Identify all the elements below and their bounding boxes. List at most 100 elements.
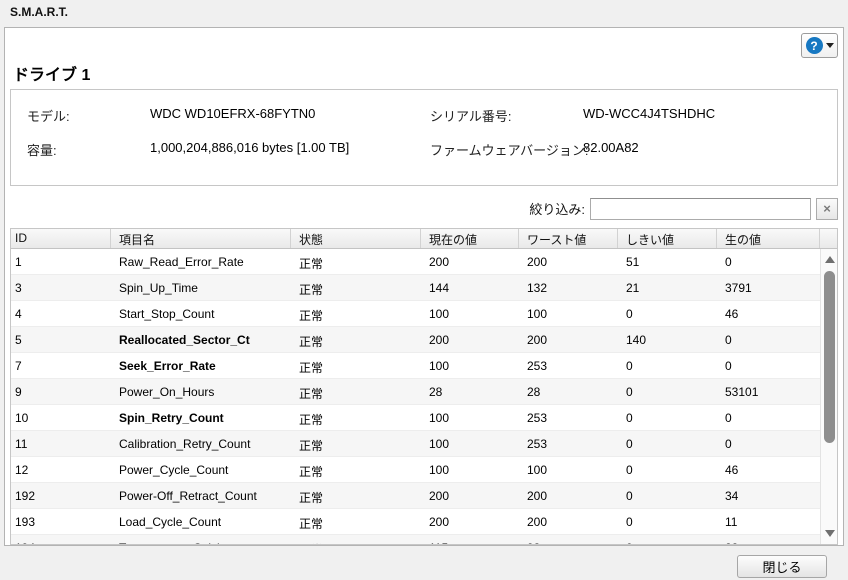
cell-current: 200 — [429, 255, 450, 269]
cell-id: 194 — [11, 535, 111, 544]
column-header-status[interactable]: 状態 — [291, 229, 421, 248]
cell-id: 5 — [15, 333, 22, 347]
table-row[interactable]: 10 Spin_Retry_Count 正常 100 253 0 0 — [11, 405, 820, 431]
cell-status: 正常 — [299, 517, 324, 531]
cell-threshold: 51 — [626, 255, 640, 269]
cell-name: Calibration_Retry_Count — [119, 437, 251, 451]
cell-worst: 132 — [527, 281, 548, 295]
cell-id: 193 — [15, 515, 36, 529]
table-row[interactable]: 9 Power_On_Hours 正常 28 28 0 53101 — [11, 379, 820, 405]
table-row[interactable]: 12 Power_Cycle_Count 正常 100 100 0 46 — [11, 457, 820, 483]
firmware-value: 82.00A82 — [583, 140, 639, 155]
column-header-id[interactable]: ID — [11, 229, 111, 248]
cell-status: 正常 — [299, 439, 324, 453]
filter-bar: 絞り込み: × — [529, 197, 838, 220]
close-button[interactable]: 閉じる — [737, 555, 827, 578]
table-row[interactable]: 194 Temperature_Celsius 正常 115 93 0 28 — [11, 535, 820, 544]
cell-status: 正常 — [299, 309, 324, 323]
cell-current: 200 — [429, 333, 450, 347]
table-row[interactable]: 1 Raw_Read_Error_Rate 正常 200 200 51 0 — [11, 249, 820, 275]
column-header-name[interactable]: 項目名 — [111, 229, 291, 248]
cell-raw: 28 — [717, 535, 820, 544]
cell-current: 28 — [429, 385, 443, 399]
table-row[interactable]: 7 Seek_Error_Rate 正常 100 253 0 0 — [11, 353, 820, 379]
smart-table-header: ID 項目名 状態 現在の値 ワースト値 しきい値 生の値 — [11, 229, 837, 249]
cell-name: Power-Off_Retract_Count — [119, 489, 257, 503]
cell-current: 100 — [429, 463, 450, 477]
scrollbar-thumb[interactable] — [824, 271, 835, 443]
cell-threshold: 0 — [618, 535, 717, 544]
cell-current: 100 — [429, 307, 450, 321]
cell-id: 4 — [15, 307, 22, 321]
cell-worst: 200 — [527, 489, 548, 503]
cell-current: 100 — [429, 411, 450, 425]
cell-raw: 46 — [725, 463, 739, 477]
cell-worst: 200 — [527, 255, 548, 269]
column-header-raw[interactable]: 生の値 — [717, 229, 820, 248]
cell-name: Temperature_Celsius — [111, 535, 291, 544]
cell-status: 正常 — [299, 491, 324, 505]
cell-name: Power_Cycle_Count — [119, 463, 229, 477]
cell-status: 正常 — [299, 361, 324, 375]
cell-name: Load_Cycle_Count — [119, 515, 222, 529]
table-row[interactable]: 11 Calibration_Retry_Count 正常 100 253 0 … — [11, 431, 820, 457]
cell-threshold: 0 — [626, 437, 633, 451]
cell-raw: 0 — [725, 411, 732, 425]
table-row[interactable]: 4 Start_Stop_Count 正常 100 100 0 46 — [11, 301, 820, 327]
cell-worst: 93 — [519, 535, 618, 544]
column-header-worst[interactable]: ワースト値 — [519, 229, 618, 248]
cell-threshold: 0 — [626, 489, 633, 503]
table-row[interactable]: 5 Reallocated_Sector_Ct 正常 200 200 140 0 — [11, 327, 820, 353]
cell-current: 115 — [421, 535, 519, 544]
column-header-current[interactable]: 現在の値 — [421, 229, 519, 248]
cell-name: Raw_Read_Error_Rate — [119, 255, 244, 269]
cell-threshold: 0 — [626, 385, 633, 399]
cell-current: 200 — [429, 515, 450, 529]
cell-raw: 0 — [725, 255, 732, 269]
cell-worst: 100 — [527, 463, 548, 477]
column-header-threshold[interactable]: しきい値 — [618, 229, 717, 248]
model-label: モデル: — [27, 109, 70, 124]
cell-current: 144 — [429, 281, 450, 295]
table-row[interactable]: 192 Power-Off_Retract_Count 正常 200 200 0… — [11, 483, 820, 509]
filter-input[interactable] — [590, 197, 811, 220]
cell-worst: 200 — [527, 333, 548, 347]
scrollbar[interactable] — [820, 249, 837, 544]
cell-id: 1 — [15, 255, 22, 269]
cell-name: Start_Stop_Count — [119, 307, 215, 321]
cell-name: Reallocated_Sector_Ct — [119, 333, 250, 347]
cell-id: 192 — [15, 489, 36, 503]
cell-raw: 0 — [725, 437, 732, 451]
cell-id: 12 — [15, 463, 29, 477]
cell-raw: 11 — [725, 515, 738, 529]
cell-raw: 0 — [725, 333, 732, 347]
table-row[interactable]: 3 Spin_Up_Time 正常 144 132 21 3791 — [11, 275, 820, 301]
cell-id: 7 — [15, 359, 22, 373]
cell-worst: 28 — [527, 385, 541, 399]
cell-threshold: 0 — [626, 307, 633, 321]
filter-clear-button[interactable]: × — [816, 197, 838, 220]
cell-current: 200 — [429, 489, 450, 503]
cell-status: 正常 — [299, 283, 324, 297]
cell-status: 正常 — [291, 535, 421, 544]
cell-current: 100 — [429, 359, 450, 373]
cell-worst: 253 — [527, 359, 548, 373]
cell-raw: 46 — [725, 307, 739, 321]
cell-id: 10 — [15, 411, 29, 425]
capacity-value: 1,000,204,886,016 bytes [1.00 TB] — [150, 140, 350, 155]
cell-threshold: 0 — [626, 515, 633, 529]
scroll-down-button[interactable] — [825, 530, 835, 537]
drive-heading: ドライブ 1 — [13, 67, 91, 84]
firmware-label: ファームウェアバージョン: — [430, 143, 589, 158]
cell-id: 11 — [15, 437, 28, 451]
help-button[interactable]: ? — [801, 33, 838, 58]
model-value: WDC WD10EFRX-68FYTN0 — [150, 106, 316, 121]
cell-status: 正常 — [299, 413, 324, 427]
cell-status: 正常 — [299, 387, 324, 401]
cell-id: 9 — [15, 385, 22, 399]
table-row[interactable]: 193 Load_Cycle_Count 正常 200 200 0 11 — [11, 509, 820, 535]
cell-id: 3 — [15, 281, 22, 295]
cell-status: 正常 — [299, 335, 324, 349]
cell-name: Spin_Retry_Count — [119, 411, 224, 425]
scroll-up-button[interactable] — [825, 256, 835, 263]
